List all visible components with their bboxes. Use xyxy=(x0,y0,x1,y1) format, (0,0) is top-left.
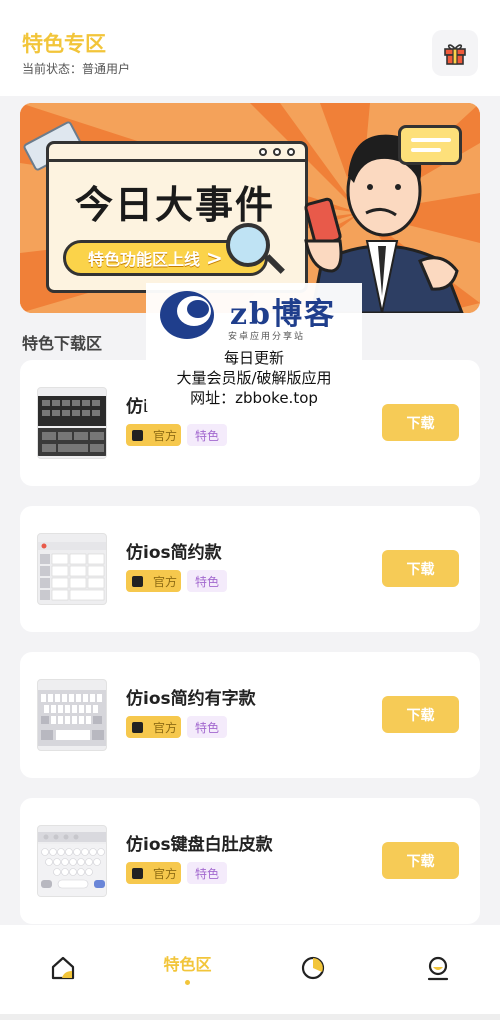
watermark-brand: zb博客 xyxy=(230,297,337,332)
active-indicator xyxy=(185,980,190,985)
cube-icon xyxy=(132,867,143,879)
profile-icon xyxy=(427,956,449,981)
window-titlebar xyxy=(49,144,305,162)
official-label: 官方 xyxy=(153,720,178,735)
item-name: 仿ios键盘白肚皮款 xyxy=(126,835,273,855)
window-dot xyxy=(273,148,281,156)
header: 特色专区 当前状态：普通用户 xyxy=(0,0,500,96)
banner-cta-label: 特色功能区上线 xyxy=(88,250,201,269)
cube-icon xyxy=(132,575,143,587)
chevron-right-icon: > xyxy=(206,246,223,270)
keyboard-thumbnail xyxy=(37,533,107,605)
magnifier-icon xyxy=(226,223,270,267)
cube-icon xyxy=(132,721,143,733)
keyboard-thumbnail xyxy=(37,387,107,459)
bubble-line xyxy=(411,148,441,152)
watermark-line: 网址：zbboke.top xyxy=(190,389,318,407)
official-badge: 官方 xyxy=(126,570,181,592)
keyboard-thumbnail xyxy=(37,825,107,897)
official-label: 官方 xyxy=(153,574,178,589)
special-badge: 特色 xyxy=(187,716,227,738)
tab-special[interactable]: 特色区 xyxy=(125,925,250,1020)
watermark-tagline: 安卓应用分享站 xyxy=(228,332,306,342)
official-badge: 官方 xyxy=(126,424,181,446)
gift-button[interactable] xyxy=(432,30,478,76)
pie-chart-icon xyxy=(301,956,325,980)
download-button[interactable]: 下载 xyxy=(382,404,459,441)
watermark-overlay: zb博客 安卓应用分享站 每日更新 大量会员版/破解版应用 网址：zbboke.… xyxy=(146,283,362,411)
user-status: 当前状态：普通用户 xyxy=(22,62,131,76)
download-button[interactable]: 下载 xyxy=(382,550,459,587)
list-item: 仿ios简约有字款 官方 特色 下载 xyxy=(20,652,480,778)
tab-special-label: 特色区 xyxy=(163,955,212,974)
gift-icon xyxy=(444,44,466,65)
home-icon xyxy=(51,956,75,980)
official-label: 官方 xyxy=(153,428,178,443)
tab-stats[interactable] xyxy=(250,925,375,1020)
keyboard-thumbnail xyxy=(37,679,107,751)
official-label: 官方 xyxy=(153,866,178,881)
banner-headline: 今日大事件 xyxy=(75,183,276,227)
cube-icon xyxy=(132,429,143,441)
zbboke-logo-icon xyxy=(160,291,214,339)
item-name: 仿ios简约款 xyxy=(126,543,222,563)
list-item: 仿ios简约款 官方 特色 下载 xyxy=(20,506,480,632)
banner-window: 今日大事件 特色功能区上线 > xyxy=(46,141,308,293)
watermark-line: 大量会员版/破解版应用 xyxy=(176,369,332,387)
bottom-tab-bar: 特色区 xyxy=(0,925,500,1020)
tab-home[interactable] xyxy=(0,925,125,1020)
bubble-line xyxy=(411,138,451,142)
tab-profile[interactable] xyxy=(375,925,500,1020)
official-badge: 官方 xyxy=(126,716,181,738)
section-title: 特色下载区 xyxy=(22,334,103,353)
special-badge: 特色 xyxy=(187,862,227,884)
promo-banner[interactable]: 今日大事件 特色功能区上线 > xyxy=(20,103,480,313)
download-button[interactable]: 下载 xyxy=(382,696,459,733)
home-indicator xyxy=(0,1014,500,1020)
official-badge: 官方 xyxy=(126,862,181,884)
speech-bubble xyxy=(398,125,462,165)
window-dot xyxy=(259,148,267,156)
download-button[interactable]: 下载 xyxy=(382,842,459,879)
page-title: 特色专区 xyxy=(22,32,106,56)
special-badge: 特色 xyxy=(187,570,227,592)
list-item: 仿ios键盘白肚皮款 官方 特色 下载 xyxy=(20,798,480,924)
item-name: 仿ios简约有字款 xyxy=(126,689,256,709)
watermark-line: 每日更新 xyxy=(223,349,284,367)
special-badge: 特色 xyxy=(187,424,227,446)
